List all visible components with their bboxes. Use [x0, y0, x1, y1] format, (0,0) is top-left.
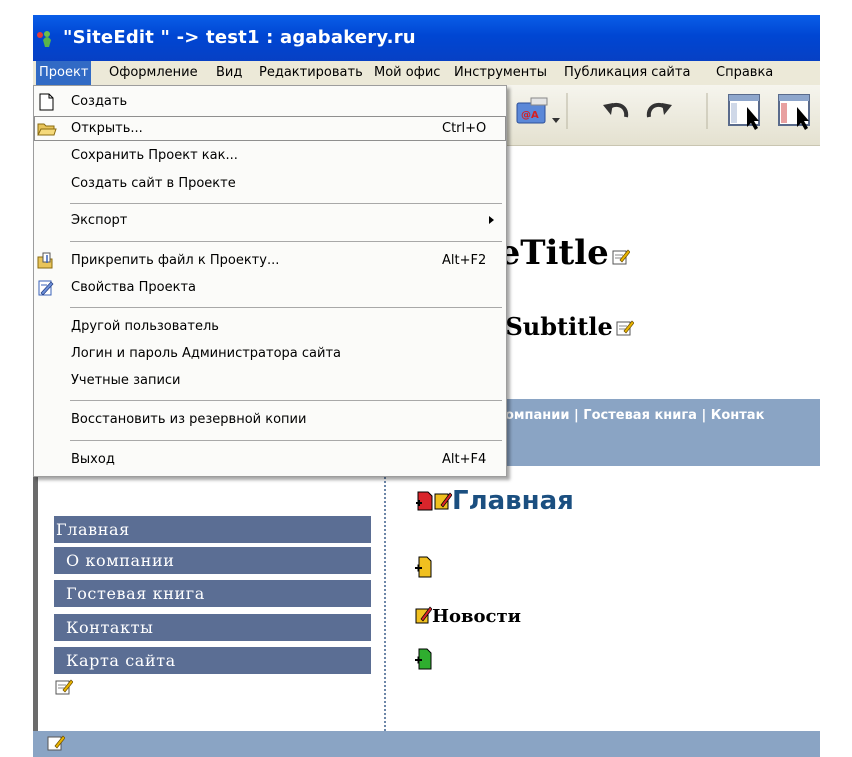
- column-divider: [384, 466, 386, 731]
- edit-icon[interactable]: [415, 606, 433, 629]
- toolbar: @A: [505, 85, 820, 146]
- menu-item-shortcut: Ctrl+O: [442, 121, 487, 136]
- undo-icon[interactable]: [602, 99, 632, 125]
- attach-file-icon: [37, 252, 55, 270]
- email-link-label: @A: [521, 110, 539, 121]
- menu-separator: [70, 203, 502, 204]
- footer-band: [33, 731, 820, 757]
- properties-icon: [37, 279, 55, 297]
- sidebar-item-contacts[interactable]: Контакты: [54, 614, 371, 641]
- edit-icon[interactable]: [616, 314, 635, 343]
- add-block-icon[interactable]: [415, 556, 433, 582]
- menu-item-open[interactable]: Открыть... Ctrl+O: [34, 116, 506, 141]
- top-navigation: омпании | Гостевая книга | Контак: [505, 399, 820, 466]
- menu-separator: [70, 440, 502, 441]
- layout-select-2-icon[interactable]: [777, 93, 817, 135]
- window-title-bar[interactable]: "SiteEdit " -> test1 : agabakery.ru: [33, 15, 820, 61]
- menu-item-properties[interactable]: Свойства Проекта: [34, 275, 506, 300]
- menu-item-restore-backup[interactable]: Восстановить из резервной копии: [34, 407, 506, 432]
- redo-icon[interactable]: [643, 99, 673, 125]
- menu-item-attach-file[interactable]: Прикрепить файл к Проекту... Alt+F2: [34, 248, 506, 273]
- menu-item-admin-login[interactable]: Логин и пароль Администратора сайта: [34, 341, 506, 366]
- menu-item-label: Экспорт: [71, 213, 128, 228]
- dropdown-arrow-icon[interactable]: [552, 109, 560, 128]
- menu-project[interactable]: Проект: [36, 61, 92, 85]
- window-title: "SiteEdit " -> test1 : agabakery.ru: [63, 27, 416, 48]
- project-menu-dropdown: Создать Открыть... Ctrl+O Сохранить Прое…: [33, 85, 507, 477]
- toolbar-separator-2: [705, 93, 709, 133]
- menu-view[interactable]: Вид: [213, 61, 245, 85]
- menu-bar: Проект Оформление Вид Редактировать Мой …: [33, 61, 820, 86]
- page-heading-text: Главная: [452, 486, 574, 516]
- delete-page-icon[interactable]: [416, 488, 434, 518]
- sidebar-item-about[interactable]: О компании: [54, 547, 371, 574]
- menu-item-create[interactable]: Создать: [34, 89, 506, 114]
- menu-item-label: Прикрепить файл к Проекту...: [71, 253, 280, 268]
- menu-item-label: Восстановить из резервной копии: [71, 412, 307, 427]
- layout-select-icon[interactable]: [727, 93, 767, 135]
- edit-icon[interactable]: [55, 678, 74, 700]
- menu-design[interactable]: Оформление: [106, 61, 201, 85]
- news-heading-text: Новости: [432, 606, 521, 627]
- top-nav-links[interactable]: омпании | Гостевая книга | Контак: [505, 408, 764, 423]
- menu-item-label: Логин и пароль Администратора сайта: [71, 346, 341, 361]
- menu-separator: [70, 400, 502, 401]
- menu-item-label: Создать сайт в Проекте: [71, 176, 236, 191]
- menu-item-save-as[interactable]: Сохранить Проект как...: [34, 143, 506, 168]
- edit-icon[interactable]: [434, 488, 453, 518]
- menu-item-exit[interactable]: Выход Alt+F4: [34, 447, 506, 472]
- menu-item-export[interactable]: Экспорт: [34, 208, 506, 233]
- open-folder-icon: [37, 120, 57, 138]
- sidebar-item-sitemap[interactable]: Карта сайта: [54, 647, 371, 674]
- menu-item-label: Сохранить Проект как...: [71, 148, 238, 163]
- menu-item-shortcut: Alt+F2: [442, 253, 487, 268]
- menu-item-label: Открыть...: [71, 121, 143, 136]
- sidebar-item-guestbook[interactable]: Гостевая книга: [54, 580, 371, 607]
- left-border: [33, 466, 38, 731]
- page-heading[interactable]: Главная: [416, 486, 574, 518]
- new-page-icon: [37, 93, 55, 111]
- submenu-arrow-icon: [489, 216, 494, 224]
- news-heading[interactable]: Новости: [415, 606, 521, 629]
- menu-item-label: Свойства Проекта: [71, 280, 196, 295]
- menu-tools[interactable]: Инструменты: [451, 61, 550, 85]
- menu-separator: [70, 307, 502, 308]
- menu-help[interactable]: Справка: [713, 61, 776, 85]
- add-news-icon[interactable]: [415, 648, 433, 674]
- menu-item-other-user[interactable]: Другой пользователь: [34, 314, 506, 339]
- menu-my-office[interactable]: Мой офис: [371, 61, 443, 85]
- email-link-icon[interactable]: @A: [515, 97, 549, 129]
- menu-publish[interactable]: Публикация сайта: [561, 61, 693, 85]
- menu-item-accounts[interactable]: Учетные записи: [34, 368, 506, 393]
- menu-item-label: Выход: [71, 452, 115, 467]
- edit-icon[interactable]: [612, 235, 631, 275]
- toolbar-separator: [565, 93, 569, 133]
- app-icon: [35, 30, 57, 48]
- edit-icon[interactable]: [47, 734, 66, 756]
- menu-edit[interactable]: Редактировать: [256, 61, 366, 85]
- sidebar-item-home[interactable]: Главная: [54, 516, 371, 543]
- menu-separator: [70, 241, 502, 242]
- menu-item-label: Другой пользователь: [71, 319, 219, 334]
- menu-item-create-site[interactable]: Создать сайт в Проекте: [34, 171, 506, 196]
- menu-item-shortcut: Alt+F4: [442, 452, 487, 467]
- menu-item-label: Создать: [71, 94, 128, 109]
- menu-item-label: Учетные записи: [71, 373, 181, 388]
